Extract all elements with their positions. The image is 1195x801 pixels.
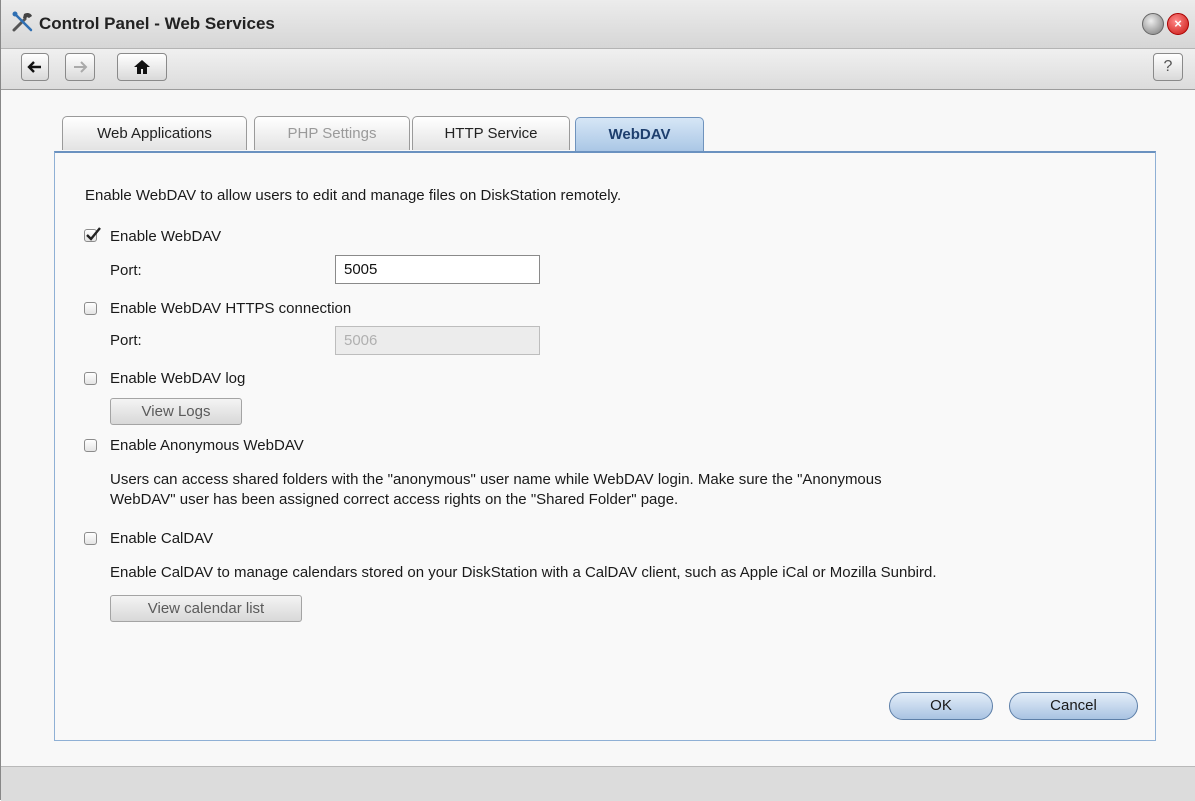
tab-php-settings[interactable]: PHP Settings [254,116,410,150]
minimize-button[interactable] [1142,13,1164,35]
status-bar [1,766,1195,801]
view-calendar-list-button[interactable]: View calendar list [110,595,302,622]
checkmark-icon [86,227,101,241]
cancel-button[interactable]: Cancel [1009,692,1138,720]
window-title: Control Panel - Web Services [39,14,275,33]
webdav-description: Enable WebDAV to allow users to edit and… [85,187,622,204]
enable-anonymous-label: Enable Anonymous WebDAV [110,437,304,454]
close-button[interactable]: × [1167,13,1189,35]
enable-caldav-checkbox[interactable] [84,532,97,545]
arrow-left-icon [27,61,41,73]
toolbar: ? [1,49,1195,90]
https-port-label: Port: [110,332,142,349]
tools-icon [11,10,35,34]
tab-webdav[interactable]: WebDAV [575,117,704,152]
enable-log-label: Enable WebDAV log [110,370,246,387]
enable-https-label: Enable WebDAV HTTPS connection [110,300,352,317]
http-port-input[interactable]: 5005 [335,255,540,284]
http-port-label: Port: [110,262,142,279]
view-logs-button[interactable]: View Logs [110,398,242,425]
tab-http-service[interactable]: HTTP Service [412,116,570,150]
enable-webdav-label: Enable WebDAV [110,228,222,245]
anonymous-note-line-2: WebDAV" user has been assigned correct a… [110,491,679,508]
title-bar[interactable]: Control Panel - Web Services × [1,0,1195,49]
https-port-input[interactable]: 5006 [335,326,540,355]
forward-button[interactable] [65,53,95,81]
enable-https-checkbox[interactable] [84,302,97,315]
ok-button[interactable]: OK [889,692,993,720]
enable-webdav-checkbox[interactable] [84,227,101,242]
back-button[interactable] [21,53,49,81]
tab-web-applications[interactable]: Web Applications [62,116,247,150]
anonymous-note-line-1: Users can access shared folders with the… [110,471,882,488]
enable-log-checkbox[interactable] [84,372,97,385]
control-panel-window: Control Panel - Web Services × ? Web App… [0,0,1195,801]
caldav-note: Enable CalDAV to manage calendars stored… [110,564,937,581]
home-icon [134,60,150,74]
home-button[interactable] [117,53,167,81]
enable-caldav-label: Enable CalDAV [110,530,214,547]
enable-anonymous-checkbox[interactable] [84,439,97,452]
help-button[interactable]: ? [1153,53,1183,81]
arrow-right-icon [74,61,88,73]
